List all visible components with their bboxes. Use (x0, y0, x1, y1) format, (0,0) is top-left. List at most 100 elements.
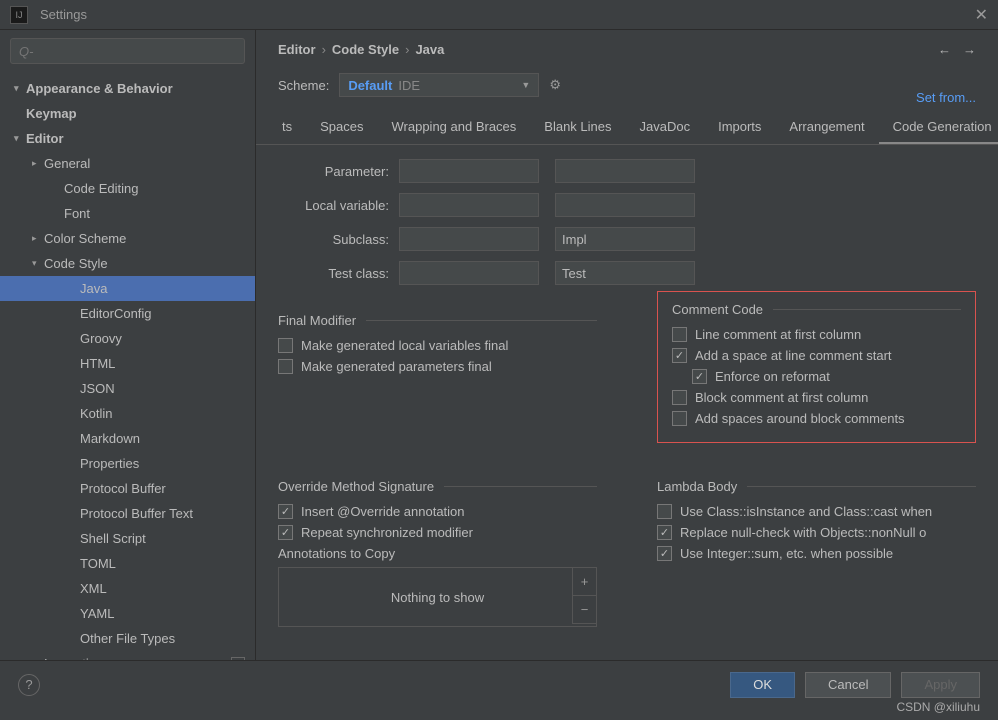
annotations-list[interactable]: Nothing to show + − (278, 567, 597, 627)
naming-row: Local variable: (278, 193, 976, 217)
sidebar-item-code-editing[interactable]: Code Editing (0, 176, 255, 201)
checkbox[interactable] (278, 504, 293, 519)
tab-code-generation[interactable]: Code Generation (879, 111, 998, 145)
help-icon[interactable]: ? (18, 674, 40, 696)
section-lambda: Lambda Body (657, 479, 976, 494)
watermark: CSDN @xiliuhu (896, 700, 980, 714)
sidebar-item-appearance-behavior[interactable]: ▾Appearance & Behavior (0, 76, 255, 101)
naming-suffix-input[interactable] (555, 261, 695, 285)
scheme-suffix: IDE (398, 78, 420, 93)
checkbox-label: Add spaces around block comments (695, 411, 905, 426)
tab-spaces[interactable]: Spaces (306, 111, 377, 144)
sidebar-item-markdown[interactable]: Markdown (0, 426, 255, 451)
checkbox-row: Insert @Override annotation (278, 504, 597, 519)
sidebar-item-other-file-types[interactable]: Other File Types (0, 626, 255, 651)
checkbox[interactable] (672, 411, 687, 426)
sidebar-item-protocol-buffer[interactable]: Protocol Buffer (0, 476, 255, 501)
sidebar-item-editor[interactable]: ▾Editor (0, 126, 255, 151)
ok-button[interactable]: OK (730, 672, 795, 698)
checkbox-row: Add spaces around block comments (672, 411, 961, 426)
naming-prefix-input[interactable] (399, 261, 539, 285)
sidebar-item-json[interactable]: JSON (0, 376, 255, 401)
breadcrumb-item[interactable]: Code Style (332, 42, 399, 57)
sidebar: ▾Appearance & BehaviorKeymap▾Editor▸Gene… (0, 30, 256, 660)
titlebar: IJ Settings ✕ (0, 0, 998, 30)
naming-suffix-input[interactable] (555, 193, 695, 217)
settings-panel: Parameter: Local variable: Subclass: Test c… (256, 145, 998, 660)
scheme-select[interactable]: Default IDE ▼ (339, 73, 539, 97)
sidebar-item-toml[interactable]: TOML (0, 551, 255, 576)
sidebar-item-protocol-buffer-text[interactable]: Protocol Buffer Text (0, 501, 255, 526)
checkbox-label: Insert @Override annotation (301, 504, 465, 519)
naming-suffix-input[interactable] (555, 227, 695, 251)
tree-arrow-icon: ▾ (32, 258, 44, 269)
naming-row: Subclass: (278, 227, 976, 251)
checkbox-label: Repeat synchronized modifier (301, 525, 473, 540)
naming-row: Test class: (278, 261, 976, 285)
sidebar-item-code-style[interactable]: ▾Code Style (0, 251, 255, 276)
tree-arrow-icon: ▾ (14, 83, 26, 94)
checkbox[interactable] (672, 348, 687, 363)
sidebar-item-xml[interactable]: XML (0, 576, 255, 601)
sidebar-item-editorconfig[interactable]: EditorConfig (0, 301, 255, 326)
cancel-button[interactable]: Cancel (805, 672, 891, 698)
sidebar-item-yaml[interactable]: YAML (0, 601, 255, 626)
checkbox[interactable] (672, 327, 687, 342)
naming-suffix-input[interactable] (555, 159, 695, 183)
checkbox-row: Use Class::isInstance and Class::cast wh… (657, 504, 976, 519)
nav-back-icon[interactable]: ← (938, 42, 951, 57)
scheme-row: Scheme: Default IDE ▼ ⚙ (256, 65, 583, 105)
section-comment-code: Comment Code (672, 302, 961, 317)
checkbox[interactable] (278, 338, 293, 353)
add-icon[interactable]: + (573, 568, 596, 596)
tab-ts[interactable]: ts (268, 111, 306, 144)
naming-prefix-input[interactable] (399, 159, 539, 183)
checkbox-label: Make generated local variables final (301, 338, 508, 353)
comment-code-highlight: Comment Code Line comment at first colum… (657, 291, 976, 443)
gear-icon[interactable]: ⚙ (549, 77, 561, 93)
naming-prefix-input[interactable] (399, 193, 539, 217)
naming-prefix-input[interactable] (399, 227, 539, 251)
sidebar-item-color-scheme[interactable]: ▸Color Scheme (0, 226, 255, 251)
checkbox[interactable] (657, 525, 672, 540)
set-from-link[interactable]: Set from... (916, 90, 998, 105)
nav-forward-icon[interactable]: → (963, 42, 976, 57)
tree-arrow-icon: ▸ (32, 233, 44, 244)
checkbox[interactable] (278, 359, 293, 374)
breadcrumb-item[interactable]: Java (415, 42, 444, 57)
tab-wrapping-and-braces[interactable]: Wrapping and Braces (378, 111, 531, 144)
tab-arrangement[interactable]: Arrangement (775, 111, 878, 144)
remove-icon[interactable]: − (573, 596, 596, 624)
checkbox[interactable] (692, 369, 707, 384)
tab-blank-lines[interactable]: Blank Lines (530, 111, 625, 144)
checkbox[interactable] (657, 546, 672, 561)
sidebar-item-html[interactable]: HTML (0, 351, 255, 376)
sidebar-item-font[interactable]: Font (0, 201, 255, 226)
checkbox[interactable] (672, 390, 687, 405)
checkbox-row: Block comment at first column (672, 390, 961, 405)
search-box[interactable] (10, 38, 245, 64)
sidebar-item-properties[interactable]: Properties (0, 451, 255, 476)
sidebar-item-shell-script[interactable]: Shell Script (0, 526, 255, 551)
search-input[interactable] (19, 44, 236, 59)
checkbox-label: Make generated parameters final (301, 359, 492, 374)
tab-imports[interactable]: Imports (704, 111, 775, 144)
sidebar-item-kotlin[interactable]: Kotlin (0, 401, 255, 426)
close-icon[interactable]: ✕ (975, 5, 988, 25)
checkbox[interactable] (278, 525, 293, 540)
tab-javadoc[interactable]: JavaDoc (626, 111, 705, 144)
sidebar-item-groovy[interactable]: Groovy (0, 326, 255, 351)
checkbox-label: Enforce on reformat (715, 369, 830, 384)
checkbox-row: Repeat synchronized modifier (278, 525, 597, 540)
checkbox-label: Add a space at line comment start (695, 348, 892, 363)
annotations-label: Annotations to Copy (278, 546, 597, 561)
apply-button[interactable]: Apply (901, 672, 980, 698)
sidebar-item-general[interactable]: ▸General (0, 151, 255, 176)
sidebar-item-inspections[interactable]: Inspections☰ (0, 651, 255, 660)
breadcrumb-item[interactable]: Editor (278, 42, 316, 57)
sidebar-item-keymap[interactable]: Keymap (0, 101, 255, 126)
naming-label: Parameter: (278, 164, 389, 179)
checkbox[interactable] (657, 504, 672, 519)
checkbox-row: Make generated parameters final (278, 359, 597, 374)
sidebar-item-java[interactable]: Java (0, 276, 255, 301)
